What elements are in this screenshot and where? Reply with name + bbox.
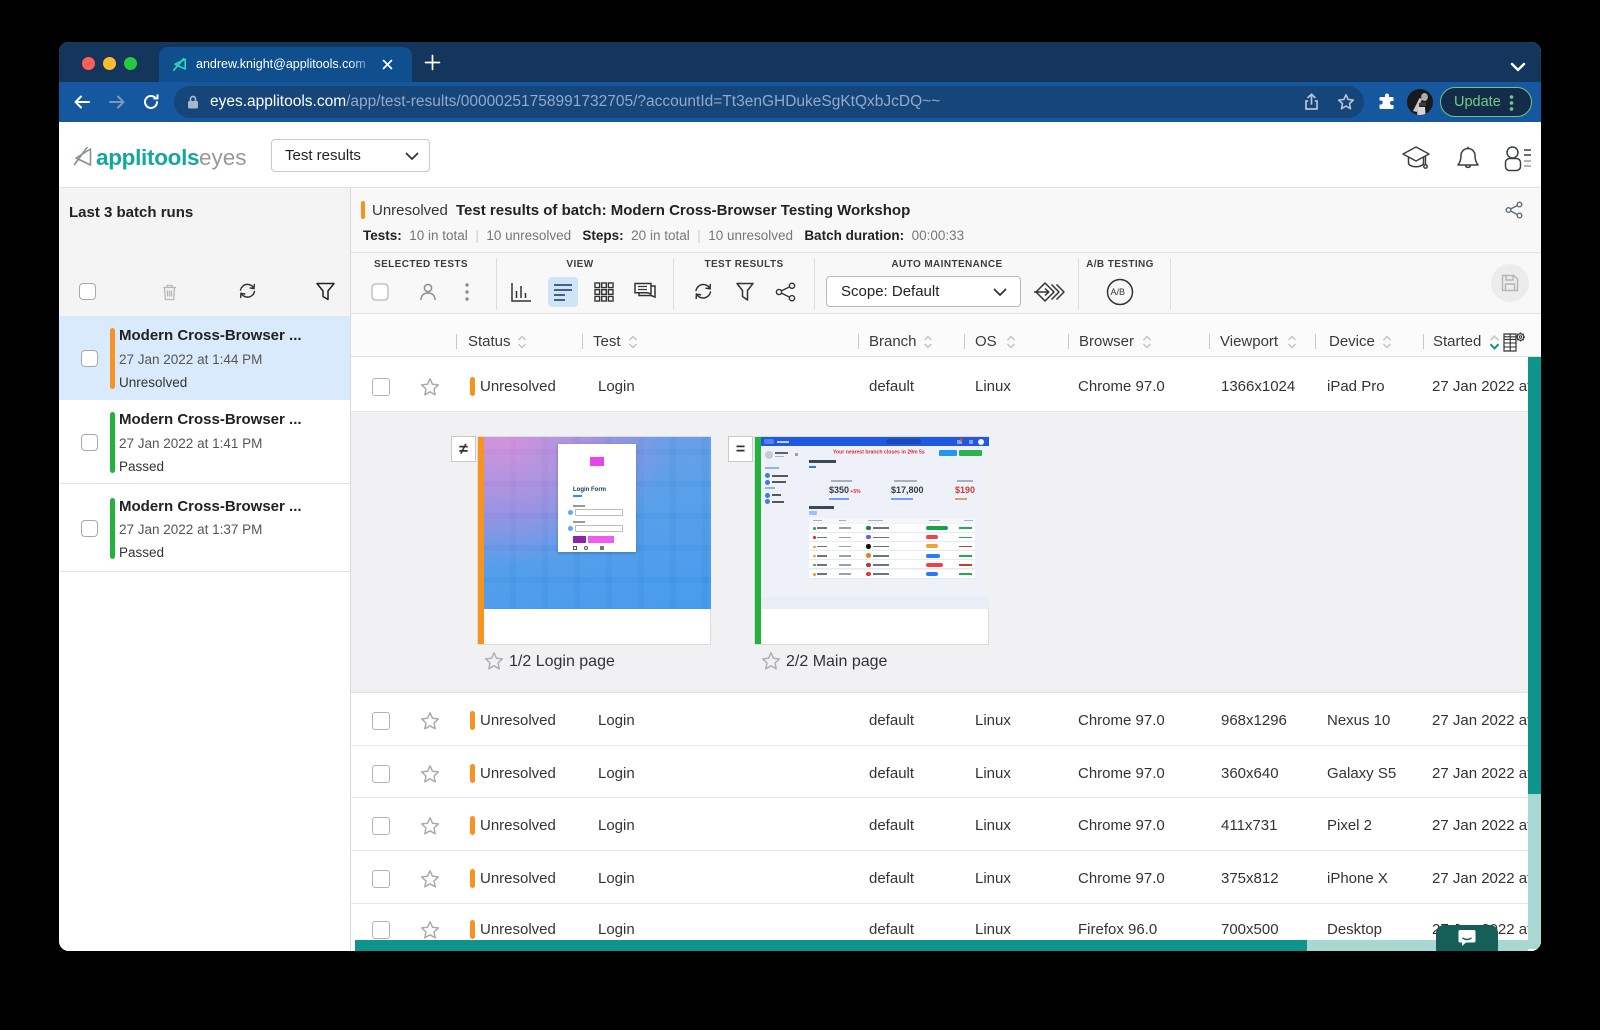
svg-text:eyes: eyes — [199, 145, 247, 170]
svg-text:applitools: applitools — [96, 145, 199, 170]
svg-text:A/B: A/B — [1111, 287, 1126, 297]
